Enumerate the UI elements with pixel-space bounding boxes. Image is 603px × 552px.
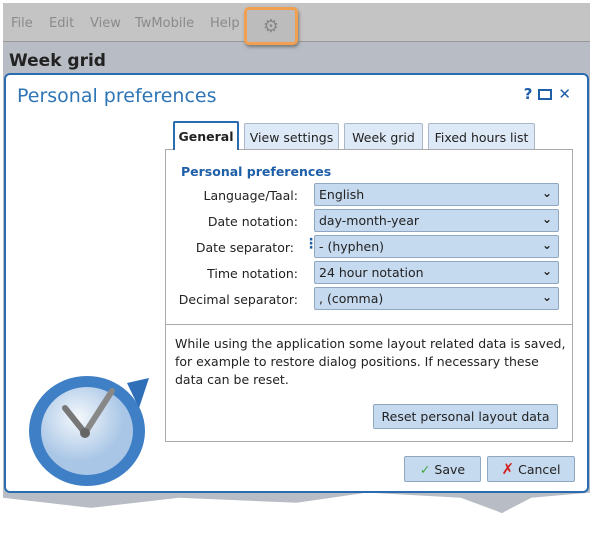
time-notation-select[interactable]: 24 hour notation ⌄ <box>314 261 559 284</box>
menu-twmobile[interactable]: TwMobile <box>135 16 194 31</box>
tab-week-grid[interactable]: Week grid <box>344 123 423 150</box>
time-notation-value: 24 hour notation <box>319 265 424 280</box>
date-separator-select[interactable]: - (hyphen) ⌄ <box>314 235 559 258</box>
decimal-separator-value: , (comma) <box>319 291 384 306</box>
personal-preferences-dialog: Personal preferences ? ✕ General View se… <box>4 73 589 493</box>
general-panel: Personal preferences Language/Taal: Engl… <box>165 149 573 442</box>
decimal-separator-select[interactable]: , (comma) ⌄ <box>314 287 559 310</box>
dialog-title: Personal preferences <box>17 85 217 107</box>
cancel-label: Cancel <box>518 461 561 477</box>
gear-icon: ⚙ <box>262 15 280 37</box>
tab-general[interactable]: General <box>173 121 239 150</box>
menu-file[interactable]: File <box>11 16 33 31</box>
date-notation-value: day-month-year <box>319 213 420 228</box>
chevron-down-icon: ⌄ <box>541 186 552 200</box>
help-icon[interactable]: ? <box>524 85 533 103</box>
divider <box>166 324 572 325</box>
time-notation-label: Time notation: <box>207 266 298 281</box>
checkmark-icon: ✓ <box>419 461 431 477</box>
chevron-down-icon: ⌄ <box>541 238 552 252</box>
tab-view-settings[interactable]: View settings <box>244 123 339 150</box>
chevron-down-icon: ⌄ <box>541 290 552 304</box>
date-separator-label: Date separator: <box>195 240 294 255</box>
settings-button[interactable]: ⚙ <box>244 7 298 45</box>
maximize-icon[interactable] <box>538 88 553 100</box>
language-label: Language/Taal: <box>203 188 298 203</box>
clock-icon <box>29 376 149 486</box>
date-notation-label: Date notation: <box>207 214 298 229</box>
date-separator-value: - (hyphen) <box>319 239 385 254</box>
section-title: Personal preferences <box>181 164 332 179</box>
reset-layout-button[interactable]: Reset personal layout data <box>373 404 558 429</box>
cross-icon: ✗ <box>501 460 515 478</box>
menu-help[interactable]: Help <box>210 16 240 31</box>
decimal-separator-label: Decimal separator: <box>178 292 298 307</box>
menu-view[interactable]: View <box>90 16 121 31</box>
save-button[interactable]: ✓ Save <box>404 456 481 482</box>
chevron-down-icon: ⌄ <box>541 212 552 226</box>
tab-fixed-hours-list[interactable]: Fixed hours list <box>428 123 535 150</box>
page-title: Week grid <box>9 51 106 71</box>
cancel-button[interactable]: ✗ Cancel <box>487 456 575 482</box>
language-select[interactable]: English ⌄ <box>314 183 559 206</box>
chevron-down-icon: ⌄ <box>541 264 552 278</box>
date-notation-select[interactable]: day-month-year ⌄ <box>314 209 559 232</box>
menu-edit[interactable]: Edit <box>49 16 74 31</box>
menubar: File Edit View TwMobile Help ⚙ <box>3 3 590 45</box>
close-icon[interactable]: ✕ <box>558 85 571 103</box>
info-text: While using the application some layout … <box>175 336 566 387</box>
save-label: Save <box>434 461 466 477</box>
language-value: English <box>319 187 365 202</box>
